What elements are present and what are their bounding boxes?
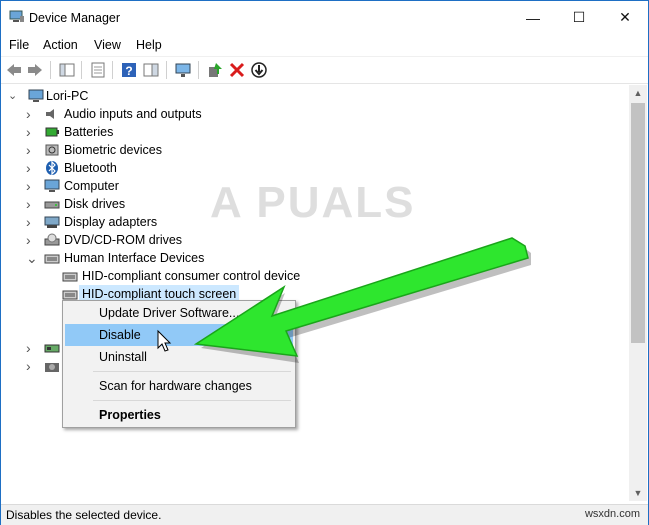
menu-item-update-driver[interactable]: Update Driver Software... bbox=[65, 302, 293, 324]
ide-controller-icon bbox=[44, 344, 60, 353]
tree-item-label: Computer bbox=[64, 179, 119, 193]
tree-root-label: Lori-PC bbox=[46, 89, 89, 103]
menu-item-scan-hardware[interactable]: Scan for hardware changes bbox=[65, 375, 293, 397]
menu-file[interactable]: File bbox=[9, 38, 29, 52]
menu-help[interactable]: Help bbox=[136, 38, 162, 52]
expand-chevron-icon[interactable]: › bbox=[26, 195, 36, 213]
menu-item-properties[interactable]: Properties bbox=[65, 404, 293, 426]
toolbar-separator bbox=[81, 61, 82, 79]
tree-item-label: Biometric devices bbox=[64, 143, 162, 157]
scroll-up-icon[interactable]: ▲ bbox=[629, 85, 647, 101]
expand-chevron-icon[interactable]: › bbox=[26, 339, 36, 357]
hid-icon bbox=[62, 272, 78, 282]
menu-item-label: Properties bbox=[99, 408, 161, 422]
update-driver-icon[interactable] bbox=[206, 61, 224, 79]
dvd-drive-icon bbox=[44, 233, 60, 246]
tree-root[interactable]: ⌄ Lori-PC bbox=[6, 87, 306, 105]
collapse-chevron-icon[interactable]: ⌄ bbox=[26, 249, 38, 267]
menu-separator bbox=[93, 400, 291, 401]
computer-icon bbox=[28, 89, 44, 102]
minimize-button[interactable]: — bbox=[510, 1, 556, 34]
scan-hardware-icon[interactable] bbox=[174, 61, 192, 79]
status-bar: Disables the selected device. wsxdn.com bbox=[1, 504, 648, 525]
expand-chevron-icon[interactable]: › bbox=[26, 213, 36, 231]
menu-item-uninstall[interactable]: Uninstall bbox=[65, 346, 293, 368]
hid-icon bbox=[44, 254, 60, 264]
forward-icon[interactable] bbox=[26, 61, 44, 79]
tree-category-item[interactable]: › Audio inputs and outputs bbox=[26, 105, 586, 123]
tree-category-item[interactable]: › DVD/CD-ROM drives bbox=[26, 231, 586, 249]
action-pane-icon[interactable] bbox=[142, 61, 160, 79]
menu-item-label: Disable bbox=[99, 328, 141, 342]
tree-item-label: Display adapters bbox=[64, 215, 158, 229]
title-bar: Device Manager — ☐ ✕ bbox=[1, 1, 648, 34]
disable-device-icon[interactable] bbox=[250, 61, 268, 79]
device-manager-window: Device Manager — ☐ ✕ File Action View He… bbox=[0, 0, 649, 525]
tree-category-item[interactable]: ⌄ Human Interface Devices bbox=[26, 249, 586, 267]
menu-item-label: Uninstall bbox=[99, 350, 147, 364]
window-title: Device Manager bbox=[29, 11, 121, 25]
hid-icon bbox=[62, 290, 78, 300]
display-adapter-icon bbox=[44, 216, 60, 228]
appuals-watermark: A PUALS bbox=[210, 178, 416, 227]
expand-chevron-icon[interactable]: › bbox=[26, 123, 36, 141]
menu-separator bbox=[93, 371, 291, 372]
scrollbar-thumb[interactable] bbox=[631, 103, 645, 343]
tree-category-item[interactable]: › Batteries bbox=[26, 123, 586, 141]
device-manager-icon bbox=[9, 10, 24, 22]
uninstall-icon[interactable] bbox=[228, 61, 246, 79]
menu-item-disable[interactable]: Disable bbox=[65, 324, 293, 346]
collapse-chevron-icon[interactable]: ⌄ bbox=[8, 87, 18, 105]
bluetooth-icon bbox=[46, 161, 58, 175]
scroll-down-icon[interactable]: ▼ bbox=[629, 485, 647, 501]
tree-item-label: Bluetooth bbox=[64, 161, 117, 175]
toolbar-separator bbox=[50, 61, 51, 79]
toolbar-separator bbox=[198, 61, 199, 79]
battery-icon bbox=[45, 127, 59, 137]
tree-item-label: HID-compliant consumer control device bbox=[82, 269, 301, 283]
tree-item-label: Batteries bbox=[64, 125, 114, 139]
tree-child-item[interactable]: HID-compliant consumer control device bbox=[44, 267, 604, 285]
biometric-icon bbox=[45, 144, 59, 156]
svg-text:?: ? bbox=[125, 64, 132, 78]
close-button[interactable]: ✕ bbox=[602, 1, 648, 34]
speaker-icon bbox=[46, 109, 54, 119]
tree-item-label: DVD/CD-ROM drives bbox=[64, 233, 183, 247]
help-icon[interactable]: ? bbox=[120, 61, 138, 79]
context-menu: Update Driver Software... Disable Uninst… bbox=[62, 300, 296, 428]
status-text: Disables the selected device. bbox=[6, 508, 162, 522]
menu-item-label: Update Driver Software... bbox=[99, 306, 240, 320]
tree-category-item[interactable]: › Biometric devices bbox=[26, 141, 586, 159]
disk-drive-icon bbox=[44, 201, 60, 209]
expand-chevron-icon[interactable]: › bbox=[26, 105, 36, 123]
show-hide-console-tree-icon[interactable] bbox=[58, 61, 76, 79]
expand-chevron-icon[interactable]: › bbox=[26, 141, 36, 159]
toolbar: ? bbox=[1, 56, 648, 84]
menu-action[interactable]: Action bbox=[43, 38, 78, 52]
menu-view[interactable]: View bbox=[94, 38, 121, 52]
menu-bar: File Action View Help bbox=[1, 35, 648, 55]
tree-item-label: Disk drives bbox=[64, 197, 126, 211]
toolbar-separator bbox=[112, 61, 113, 79]
tree-item-label: Audio inputs and outputs bbox=[64, 107, 202, 121]
expand-chevron-icon[interactable]: › bbox=[26, 177, 36, 195]
menu-item-label: Scan for hardware changes bbox=[99, 379, 252, 393]
computer-icon bbox=[44, 179, 60, 192]
back-icon[interactable] bbox=[5, 61, 23, 79]
properties-icon[interactable] bbox=[89, 61, 107, 79]
expand-chevron-icon[interactable]: › bbox=[26, 231, 36, 249]
toolbar-separator bbox=[166, 61, 167, 79]
tree-category-item[interactable]: › Bluetooth bbox=[26, 159, 586, 177]
site-watermark: wsxdn.com bbox=[584, 508, 640, 520]
vertical-scrollbar[interactable]: ▲ ▼ bbox=[629, 85, 647, 501]
camera-icon bbox=[45, 363, 59, 372]
maximize-button[interactable]: ☐ bbox=[556, 1, 602, 34]
device-tree: ⌄ Lori-PC › Audio inputs and outputs › Batt… bbox=[2, 85, 629, 501]
tree-item-label: Human Interface Devices bbox=[64, 251, 205, 265]
expand-chevron-icon[interactable]: › bbox=[26, 357, 36, 375]
expand-chevron-icon[interactable]: › bbox=[26, 159, 36, 177]
